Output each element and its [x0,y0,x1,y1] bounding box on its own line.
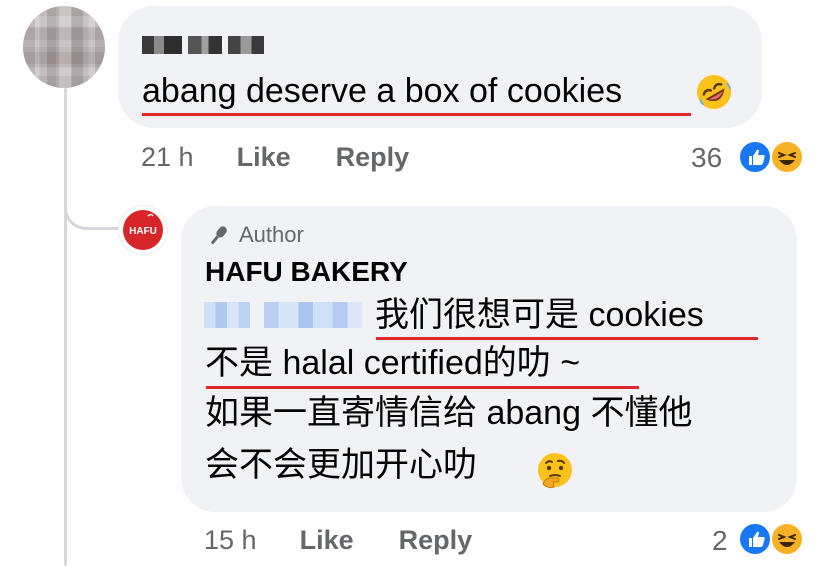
comment-meta: 21 h Like Reply [141,142,409,173]
reply-bubble: Author HAFU BAKERY 我们很想可是 cookies 不是 hal… [181,206,797,512]
reply-line-1: 我们很想可是 cookies [375,296,704,334]
reply-line2-underline [206,386,639,389]
reply-timestamp[interactable]: 15 h [204,525,257,555]
haha-reaction-icon [770,140,804,174]
comment-reaction-count[interactable]: 36 [691,142,722,174]
reply-line1-underline [376,337,758,340]
avatar-logo-text: HAFU [129,226,157,237]
comment-timestamp[interactable]: 21 h [141,142,194,172]
comment-like-button[interactable]: Like [237,142,291,172]
reply-meta: 15 h Like Reply [204,525,472,556]
like-reaction-icon [738,140,772,174]
comment-reply-button[interactable]: Reply [336,142,410,172]
comment-bubble: abang deserve a box of cookies [118,6,762,128]
redacted-tagged-name[interactable] [204,302,362,328]
reply-reaction-count[interactable]: 2 [712,525,728,557]
reply-like-button[interactable]: Like [300,525,354,555]
reply-haha-reaction-icon [770,522,804,556]
reply-line-2: 不是 halal certified的叻 ~ [205,344,581,382]
redacted-commenter-name[interactable] [142,36,264,54]
thread-connector [64,180,120,230]
reply-line-3: 如果一直寄情信给 abang 不懂他 [205,394,693,432]
commenter-avatar[interactable] [23,6,105,88]
reply-line-4: 会不会更加开心叻 [205,446,477,484]
reply-reply-button[interactable]: Reply [399,525,473,555]
hafu-bakery-avatar[interactable]: HAFU [118,205,168,255]
rolling-on-floor-laughing-emoji [697,75,731,109]
thinking-face-emoji [538,453,572,489]
comment-text: abang deserve a box of cookies [142,72,623,110]
reply-author-name[interactable]: HAFU BAKERY [205,256,408,288]
thread-line [64,88,67,566]
reply-like-reaction-icon [738,522,772,556]
microphone-icon [210,226,227,245]
author-badge: Author [205,222,304,248]
comment-underline [142,113,691,116]
